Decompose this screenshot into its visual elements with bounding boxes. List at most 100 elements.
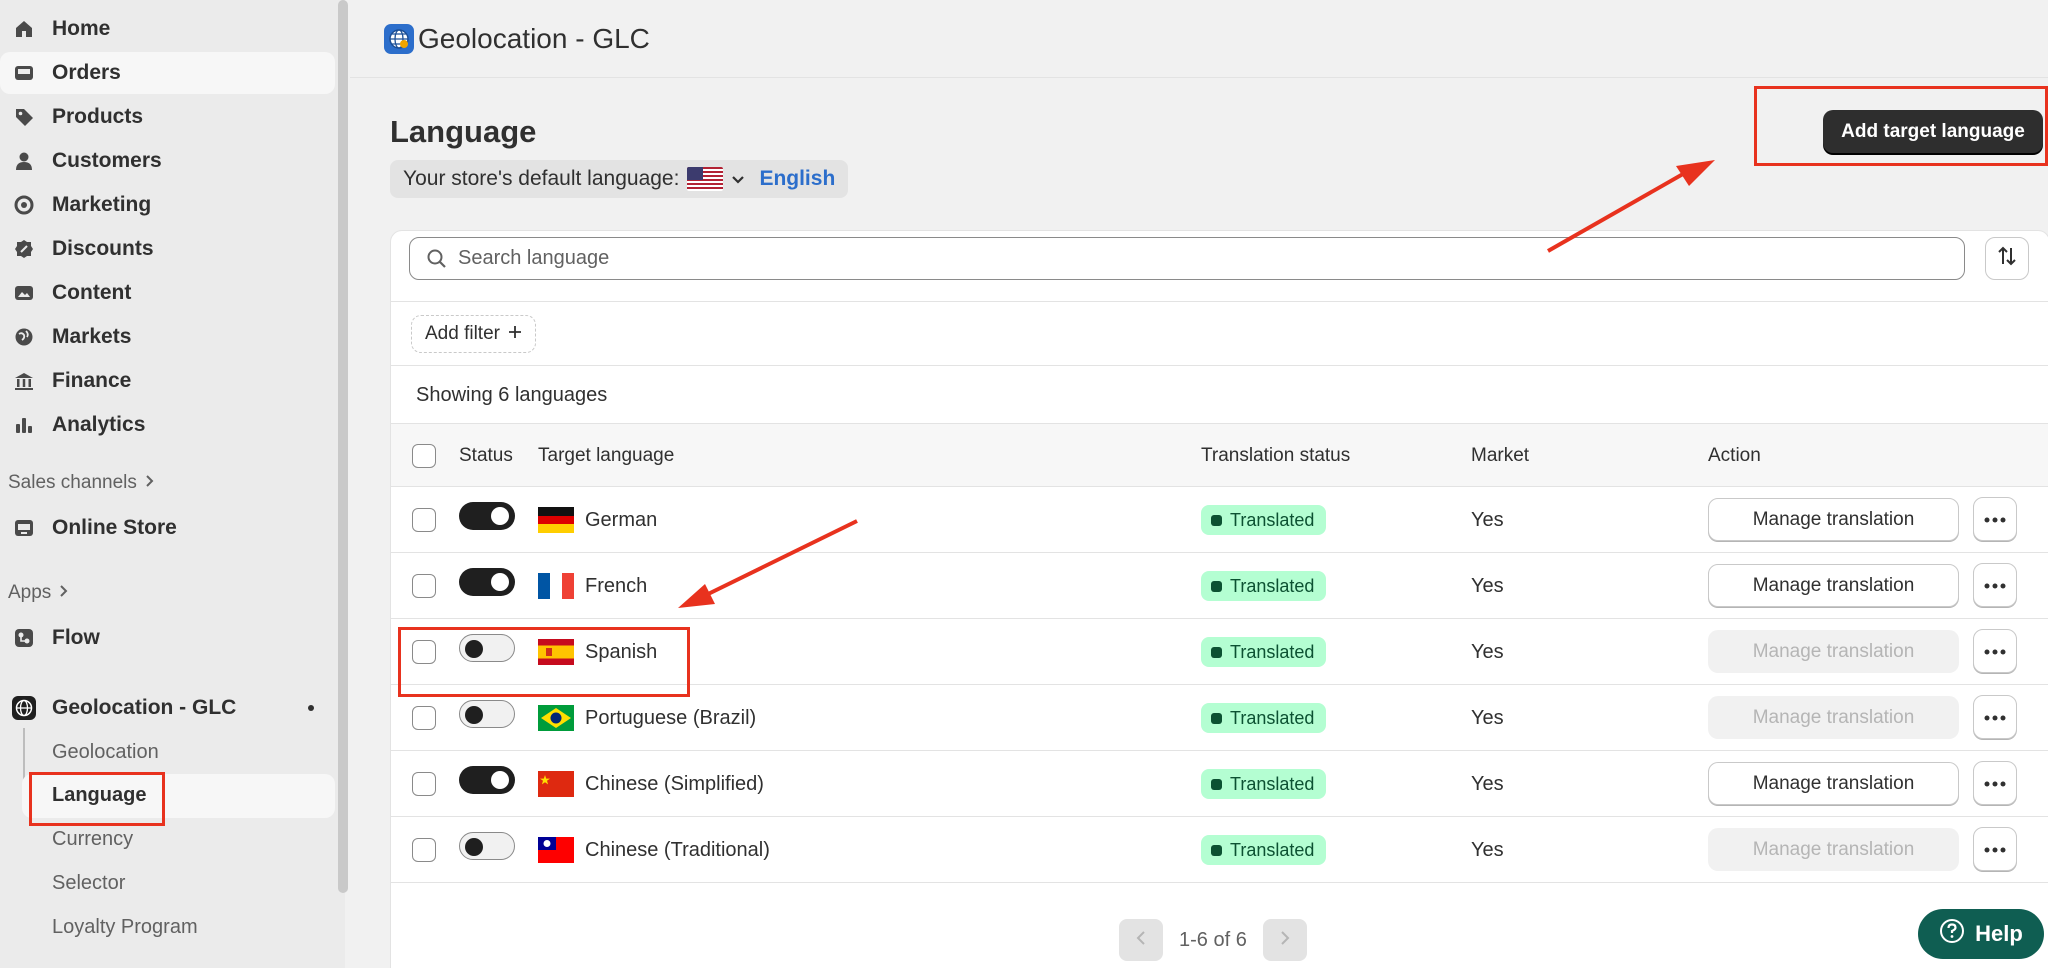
row-checkbox[interactable]	[412, 706, 436, 730]
br-flag-icon	[538, 705, 574, 731]
more-actions-button[interactable]	[1973, 761, 2017, 805]
sub-item-loyalty-program[interactable]: Loyalty Program	[52, 916, 198, 939]
plus-icon	[508, 323, 522, 345]
row-checkbox[interactable]	[412, 508, 436, 532]
table-row: Chinese (Simplified) Translated Yes Manage …	[391, 751, 2048, 817]
chevron-left-icon	[1135, 930, 1147, 951]
more-actions-button[interactable]	[1973, 563, 2017, 607]
person-icon	[10, 147, 38, 175]
manage-translation-button[interactable]: Manage translation	[1708, 564, 1959, 607]
manage-translation-button[interactable]: Manage translation	[1708, 696, 1959, 739]
ellipsis-icon	[1984, 708, 2006, 726]
sub-item-currency[interactable]: Currency	[52, 828, 133, 851]
chevron-right-icon	[145, 472, 155, 494]
sub-item-selector[interactable]: Selector	[52, 872, 125, 895]
sales-channels-label: Sales channels	[8, 472, 137, 493]
annotation-box-spanish-row	[398, 627, 690, 697]
sidebar-item-label: Flow	[52, 626, 100, 649]
status-toggle[interactable]	[459, 700, 515, 728]
market-cell: Yes	[1471, 508, 1504, 531]
select-all-checkbox[interactable]	[412, 444, 436, 468]
manage-translation-button[interactable]: Manage translation	[1708, 498, 1959, 541]
row-checkbox[interactable]	[412, 574, 436, 598]
sidebar-item-discounts[interactable]: Discounts	[0, 228, 335, 270]
sidebar-item-label: Markets	[52, 325, 132, 348]
column-header-action: Action	[1708, 445, 1761, 466]
help-label: Help	[1975, 921, 2023, 946]
manage-translation-button[interactable]: Manage translation	[1708, 630, 1959, 673]
target-language-cell: German	[538, 487, 657, 553]
more-actions-button[interactable]	[1973, 695, 2017, 739]
sort-icon	[1995, 244, 2019, 273]
translation-status-cell: Translated	[1201, 817, 1327, 883]
sidebar-item-label: Discounts	[52, 237, 154, 260]
apps-section[interactable]: Apps	[8, 582, 69, 604]
status-badge: Translated	[1201, 505, 1327, 535]
showing-count-text: Showing 6 languages	[416, 384, 608, 406]
sidebar-item-geolocation-app[interactable]: Geolocation - GLC	[0, 687, 335, 729]
add-filter-button[interactable]: Add filter	[411, 315, 536, 353]
status-toggle[interactable]	[459, 832, 515, 860]
sidebar-item-content[interactable]: Content	[0, 272, 335, 314]
market-cell: Yes	[1471, 574, 1504, 597]
sidebar-item-customers[interactable]: Customers	[0, 140, 335, 182]
sort-button[interactable]	[1985, 237, 2029, 280]
chevron-down-icon	[731, 167, 745, 191]
language-name: French	[585, 574, 648, 597]
annotation-arrowhead-add	[1676, 160, 1715, 186]
sidebar-item-flow[interactable]: Flow	[0, 617, 335, 659]
more-actions-button[interactable]	[1973, 629, 2017, 673]
sidebar-item-finance[interactable]: Finance	[0, 360, 335, 402]
sub-item-geolocation[interactable]: Geolocation	[52, 741, 159, 764]
app-header: Geolocation - GLC	[350, 0, 2048, 78]
tag-icon	[10, 103, 38, 131]
row-checkbox[interactable]	[412, 772, 436, 796]
more-actions-button[interactable]	[1973, 497, 2017, 541]
sidebar-item-analytics[interactable]: Analytics	[0, 404, 335, 446]
next-page-button[interactable]	[1262, 919, 1307, 961]
sidebar-item-home[interactable]: Home	[0, 8, 335, 50]
more-actions-button[interactable]	[1973, 827, 2017, 871]
status-toggle[interactable]	[459, 568, 515, 596]
add-filter-label: Add filter	[425, 323, 500, 344]
status-toggle[interactable]	[459, 502, 515, 530]
discount-icon	[10, 235, 38, 263]
search-field[interactable]	[409, 237, 1965, 280]
sidebar-item-products[interactable]: Products	[0, 96, 335, 138]
default-language-selector[interactable]: Your store's default language: English	[390, 160, 849, 198]
previous-page-button[interactable]	[1119, 919, 1163, 961]
status-badge-label: Translated	[1230, 707, 1315, 728]
manage-translation-button[interactable]: Manage translation	[1708, 828, 1959, 871]
status-badge-label: Translated	[1230, 575, 1315, 596]
row-checkbox[interactable]	[412, 838, 436, 862]
default-language-link[interactable]: English	[759, 167, 835, 191]
sidebar-item-marketing[interactable]: Marketing	[0, 184, 335, 226]
toggle-knob	[491, 507, 509, 525]
pin-dot-icon	[308, 705, 314, 711]
status-toggle[interactable]	[459, 766, 515, 794]
language-table-card: Add filter Showing 6 languages Status Ta…	[390, 230, 2048, 968]
market-cell: Yes	[1471, 640, 1504, 663]
ellipsis-icon	[1984, 642, 2006, 660]
translation-status-cell: Translated	[1201, 685, 1327, 751]
default-language-prefix: Your store's default language:	[403, 167, 680, 190]
sidebar-item-orders[interactable]: Orders	[0, 52, 335, 94]
status-dot-icon	[1211, 514, 1222, 526]
de-flag-icon	[538, 507, 574, 533]
status-badge-label: Translated	[1230, 773, 1315, 794]
globe-icon	[10, 323, 38, 351]
tw-flag-icon	[538, 837, 574, 863]
status-badge: Translated	[1201, 769, 1327, 799]
help-button[interactable]: Help	[1918, 909, 2044, 959]
sidebar-item-markets[interactable]: Markets	[0, 316, 335, 358]
market-cell: Yes	[1471, 706, 1504, 729]
status-dot-icon	[1211, 580, 1222, 592]
sidebar-item-label: Orders	[52, 61, 121, 84]
sidebar-item-online-store[interactable]: Online Store	[0, 507, 335, 549]
inbox-icon	[10, 59, 38, 87]
column-header-status: Status	[459, 445, 513, 466]
manage-translation-button[interactable]: Manage translation	[1708, 762, 1959, 805]
sidebar-scrollbar[interactable]	[338, 0, 348, 893]
search-input[interactable]	[458, 247, 1858, 270]
sales-channels-section[interactable]: Sales channels	[8, 472, 155, 494]
